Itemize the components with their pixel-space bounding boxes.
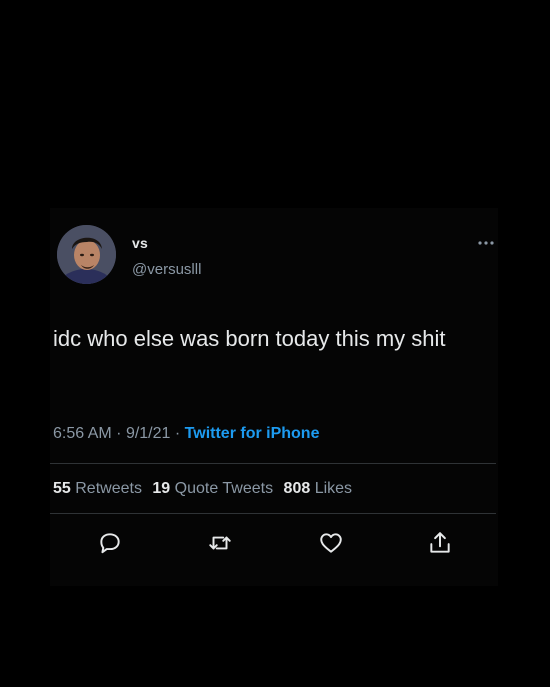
tweet-meta: 6:56 AM · 9/1/21 · Twitter for iPhone <box>53 425 319 443</box>
divider <box>50 513 496 514</box>
tweet-source-link[interactable]: Twitter for iPhone <box>185 425 320 442</box>
likes-count: 808 <box>283 480 311 497</box>
tweet-text: idc who else was born today this my shit <box>53 326 446 351</box>
display-name[interactable]: vs <box>132 235 148 251</box>
retweets-stat[interactable]: 55 Retweets <box>53 480 146 497</box>
share-icon[interactable] <box>427 530 453 556</box>
meta-separator: · <box>174 425 181 442</box>
quotes-stat[interactable]: 19 Quote Tweets <box>152 480 277 497</box>
avatar[interactable] <box>57 225 116 284</box>
retweets-label: Retweets <box>75 480 142 497</box>
tweet-stats: 55 Retweets 19 Quote Tweets 808 Likes <box>53 480 358 498</box>
likes-label: Likes <box>314 480 353 497</box>
retweet-icon[interactable] <box>207 530 233 556</box>
tweet-date[interactable]: 9/1/21 <box>126 425 170 442</box>
user-handle[interactable]: @versuslll <box>132 261 201 278</box>
quotes-count: 19 <box>152 480 171 497</box>
screenshot-page: vs @versuslll idc who else was born toda… <box>0 0 550 687</box>
heart-icon[interactable] <box>318 530 344 556</box>
likes-stat[interactable]: 808 Likes <box>284 480 353 497</box>
avatar-image <box>57 225 116 284</box>
tweet-time[interactable]: 6:56 AM <box>53 425 112 442</box>
reply-icon[interactable] <box>97 530 123 556</box>
quotes-label: Quote Tweets <box>174 480 274 497</box>
divider <box>50 463 496 464</box>
retweets-count: 55 <box>53 480 71 497</box>
meta-separator: · <box>116 425 122 442</box>
more-horizontal-icon[interactable] <box>476 236 496 248</box>
